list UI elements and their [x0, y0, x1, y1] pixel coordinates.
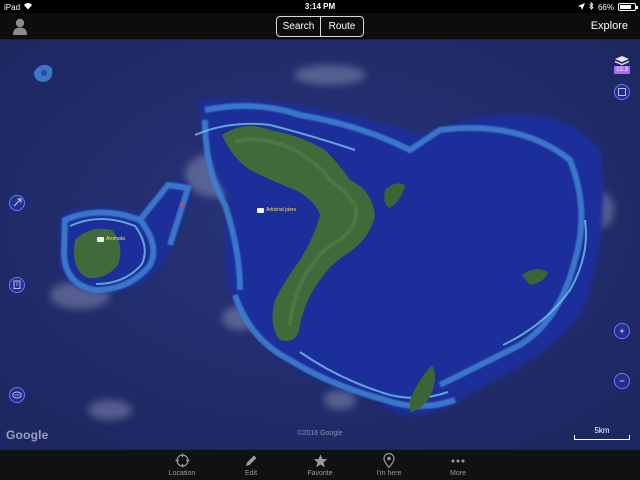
search-route-segmented-control: Search Route	[276, 16, 364, 37]
map-pin-label[interactable]: Aromata	[97, 236, 125, 242]
zoom-in-button[interactable]: +	[614, 323, 630, 339]
location-arrow-icon	[577, 2, 585, 12]
tab-label: Favorite	[307, 470, 333, 477]
status-time: 3:14 PM	[304, 2, 336, 11]
tab-bar: Location Edit Favorite I'm here More	[0, 449, 640, 480]
map-pin-label[interactable]: Artisinal piers	[257, 207, 296, 213]
building-icon	[13, 276, 21, 294]
nav-bar: Search Route Explore	[0, 13, 640, 40]
explore-button[interactable]: Explore	[591, 20, 628, 32]
tab-favorite[interactable]: Favorite	[286, 450, 355, 480]
3d-icon	[12, 386, 22, 404]
scale-label: 5km	[594, 426, 610, 435]
scale-bar-line	[574, 435, 630, 440]
compass-button[interactable]	[9, 195, 25, 211]
status-bar: iPad 3:14 PM 66%	[0, 0, 640, 13]
map-pin-text: Aromata	[106, 236, 125, 242]
map-type-icon	[618, 83, 626, 101]
3d-view-button[interactable]	[9, 387, 25, 403]
tab-label: I'm here	[376, 470, 402, 477]
status-right: 66%	[577, 1, 638, 12]
tab-label: Edit	[244, 470, 258, 477]
pencil-icon	[243, 453, 259, 468]
flag-icon	[97, 236, 104, 242]
compass-icon	[13, 194, 22, 212]
buildings-button[interactable]	[9, 277, 25, 293]
battery-fill	[620, 5, 631, 9]
zoom-in-icon: +	[619, 325, 625, 336]
map-pin-icon	[381, 453, 397, 468]
battery-percent: 66%	[597, 2, 614, 12]
tab-label: Location	[168, 470, 196, 477]
search-button[interactable]: Search	[277, 17, 320, 36]
zoom-out-icon: −	[619, 375, 625, 386]
tab-location[interactable]: Location	[148, 450, 217, 480]
tab-more[interactable]: More	[424, 450, 493, 480]
bluetooth-icon	[589, 1, 594, 12]
star-icon	[312, 453, 328, 468]
more-dots-icon	[450, 453, 466, 468]
map-terrain	[0, 40, 640, 449]
flag-icon	[257, 207, 264, 213]
tab-im-here[interactable]: I'm here	[355, 450, 424, 480]
map-type-button[interactable]	[614, 84, 630, 100]
profile-avatar-icon[interactable]	[10, 16, 30, 36]
map-pin-text: Artisinal piers	[266, 207, 297, 213]
zoom-level-badge: 12.3	[614, 66, 630, 74]
route-button[interactable]: Route	[320, 17, 363, 36]
battery-icon	[618, 3, 638, 11]
tab-edit[interactable]: Edit	[217, 450, 286, 480]
satellite-map[interactable]: Artisinal piers Aromata 12.3 + − Google …	[0, 40, 640, 449]
tab-label: More	[450, 470, 466, 477]
scale-bar: 5km	[574, 426, 630, 440]
map-copyright: ©2016 Google	[297, 430, 343, 437]
zoom-out-button[interactable]: −	[614, 373, 630, 389]
crosshair-icon	[174, 453, 190, 468]
